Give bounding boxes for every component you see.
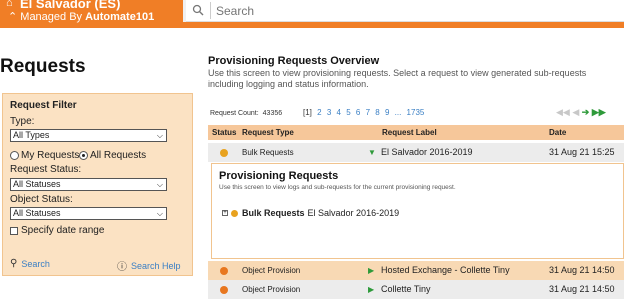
page-current: [1] — [303, 108, 312, 117]
radio-my-requests-dot[interactable] — [10, 151, 19, 160]
col-request-type[interactable]: Request Type — [242, 128, 294, 137]
managed-by-prefix: Managed By — [20, 11, 83, 23]
request-count: Request Count: 43356 — [210, 110, 282, 117]
search-link[interactable]: ⚲ Search — [10, 258, 50, 269]
overview-title: Provisioning Requests Overview — [208, 55, 380, 67]
request-count-value: 43356 — [262, 110, 283, 117]
col-request-label[interactable]: Request Label — [382, 128, 437, 137]
row-label[interactable]: Hosted Exchange - Collette Tiny — [381, 265, 510, 275]
row-date: 31 Aug 21 14:50 — [549, 265, 615, 275]
request-count-label: Request Count: — [210, 110, 259, 117]
type-label: Type: — [10, 116, 35, 127]
home-icon[interactable]: ⌂ — [6, 0, 13, 9]
object-status-value: All Statuses — [13, 208, 61, 218]
expand-arrow-icon[interactable]: ▶ — [368, 285, 374, 294]
page-link[interactable]: 6 — [356, 108, 360, 117]
collapse-arrow-icon[interactable]: ▼ — [368, 148, 376, 157]
pager-arrows: ◀◀ ◀ ➔ ▶▶ — [556, 107, 606, 118]
row-date: 31 Aug 21 14:50 — [549, 284, 615, 294]
help-icon: ⓘ — [117, 262, 127, 273]
status-dot-icon — [231, 209, 238, 217]
global-search[interactable] — [186, 0, 624, 22]
request-tree-node[interactable]: + Bulk Requests El Salvador 2016-2019 — [222, 208, 399, 218]
row-type: Object Provision — [242, 285, 301, 294]
top-bar: ⌂ El Salvador (ES) ⌃ Managed By Automate… — [0, 0, 624, 28]
search-input[interactable] — [216, 2, 596, 19]
managed-by: ⌃ Managed By Automate101 — [8, 10, 154, 23]
row-label[interactable]: Collette Tiny — [381, 284, 431, 294]
previous-page-icon[interactable]: ◀ — [572, 107, 579, 117]
page-ellipsis: ... — [394, 108, 402, 117]
status-dot-icon — [220, 286, 228, 294]
pagination: [1] 2 3 4 5 6 7 8 9 ... 1735 — [303, 108, 427, 117]
page-link[interactable]: 7 — [366, 108, 370, 117]
search-link-label[interactable]: Search — [21, 259, 50, 269]
chevron-up-icon[interactable]: ⌃ — [8, 11, 17, 23]
page-link[interactable]: 3 — [327, 108, 331, 117]
request-status-select[interactable]: All Statuses ⌵ — [10, 178, 167, 191]
site-header[interactable]: ⌂ El Salvador (ES) ⌃ Managed By Automate… — [0, 0, 183, 28]
tree-node-type[interactable]: Bulk Requests — [242, 208, 305, 218]
date-range-checkbox[interactable]: Specify date range — [10, 225, 104, 236]
type-select-value: All Types — [13, 130, 50, 140]
row-date: 31 Aug 21 15:25 — [549, 147, 615, 157]
request-status-label: Request Status: — [10, 164, 82, 175]
page-link-last[interactable]: 1735 — [407, 108, 425, 117]
page-link[interactable]: 2 — [317, 108, 321, 117]
date-range-checkbox-box[interactable] — [10, 226, 18, 235]
provisioning-detail-panel: Provisioning Requests Use this screen to… — [211, 163, 624, 259]
expand-icon[interactable]: + — [222, 210, 228, 216]
table-header: Status Request Type Request Label Date — [208, 125, 624, 140]
date-range-label: Specify date range — [21, 225, 105, 236]
page-title: Requests — [0, 56, 86, 77]
col-status[interactable]: Status — [212, 128, 236, 137]
search-help-link[interactable]: ⓘ Search Help — [117, 258, 181, 274]
header-accent-strip — [183, 22, 624, 28]
search-icon: ⚲ — [10, 258, 18, 269]
first-page-icon[interactable]: ◀◀ — [556, 107, 570, 117]
page-link[interactable]: 5 — [346, 108, 350, 117]
type-select[interactable]: All Types ⌵ — [10, 129, 167, 142]
radio-all-requests-label: All Requests — [90, 150, 147, 161]
radio-all-requests-dot[interactable] — [79, 151, 88, 160]
radio-my-requests-label: My Requests — [21, 150, 80, 161]
filter-title: Request Filter — [10, 100, 77, 111]
page-link[interactable]: 8 — [375, 108, 379, 117]
request-filter-panel: Request Filter Type: All Types ⌵ My Requ… — [2, 93, 193, 276]
detail-description: Use this screen to view logs and sub-req… — [219, 184, 456, 191]
chevron-down-icon: ⌵ — [156, 209, 163, 218]
table-row[interactable]: Bulk Requests ▼ El Salvador 2016-2019 31… — [208, 143, 624, 162]
chevron-down-icon: ⌵ — [156, 131, 163, 140]
last-page-icon[interactable]: ▶▶ — [592, 107, 606, 117]
table-row[interactable]: Object Provision ▶ Collette Tiny 31 Aug … — [208, 280, 624, 299]
request-status-value: All Statuses — [13, 179, 61, 189]
next-page-icon[interactable]: ➔ — [582, 107, 590, 117]
expand-arrow-icon[interactable]: ▶ — [368, 266, 374, 275]
row-label[interactable]: El Salvador 2016-2019 — [381, 147, 473, 157]
col-date[interactable]: Date — [549, 128, 566, 137]
detail-title: Provisioning Requests — [219, 170, 339, 182]
status-dot-icon — [220, 267, 228, 275]
search-divider — [210, 2, 211, 19]
page-link[interactable]: 9 — [385, 108, 389, 117]
object-status-select[interactable]: All Statuses ⌵ — [10, 207, 167, 220]
status-dot-icon — [220, 149, 228, 157]
chevron-down-icon: ⌵ — [156, 180, 163, 189]
page-link[interactable]: 4 — [337, 108, 341, 117]
managed-by-name: Automate101 — [85, 11, 155, 23]
radio-all-requests[interactable]: All Requests — [79, 150, 146, 161]
object-status-label: Object Status: — [10, 194, 73, 205]
tree-node-label: El Salvador 2016-2019 — [307, 208, 400, 218]
search-icon[interactable] — [192, 4, 204, 16]
row-type: Object Provision — [242, 266, 301, 275]
radio-my-requests[interactable]: My Requests — [10, 150, 79, 161]
row-type: Bulk Requests — [242, 148, 294, 157]
overview-description: Use this screen to view provisioning req… — [208, 68, 587, 89]
table-row[interactable]: Object Provision ▶ Hosted Exchange - Col… — [208, 261, 624, 280]
search-help-label[interactable]: Search Help — [131, 261, 181, 271]
